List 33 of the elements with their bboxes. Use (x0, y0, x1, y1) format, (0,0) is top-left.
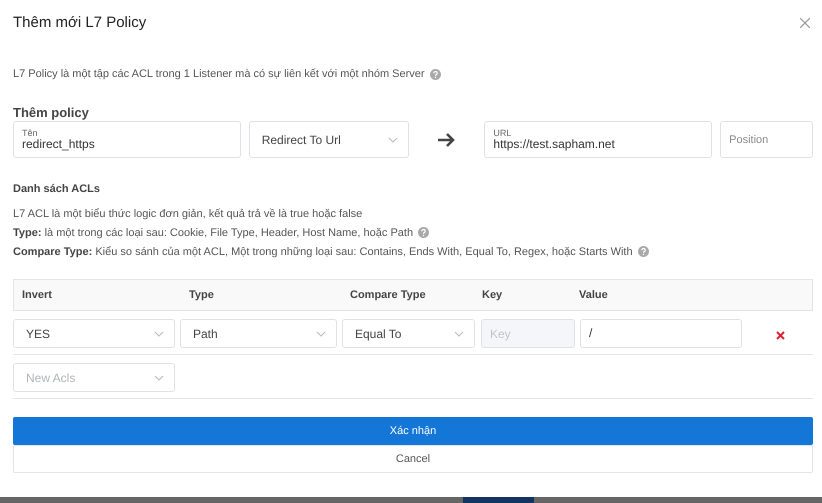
column-header: Value (579, 289, 609, 301)
caret-icon (388, 136, 398, 142)
delete-icon[interactable] (776, 331, 784, 340)
section-heading: Thêm policy (13, 105, 90, 121)
column-header: Invert (22, 289, 53, 301)
position-field[interactable]: Position (720, 121, 813, 158)
help-icon[interactable] (638, 246, 649, 257)
action-select[interactable]: Redirect To Url (248, 121, 408, 158)
column-header: Key (482, 289, 504, 301)
help-icon[interactable] (430, 68, 441, 80)
caret-icon (316, 330, 326, 336)
value-field[interactable]: / (580, 319, 742, 348)
invert-select[interactable]: YES (13, 319, 175, 348)
column-header: Type (189, 289, 215, 301)
caret-icon (154, 330, 164, 336)
compare-type-select[interactable]: Equal To (342, 319, 475, 348)
name-field[interactable]: Tên redirect_https (13, 121, 241, 158)
caret-icon (154, 374, 164, 380)
caret-icon (454, 330, 464, 336)
help-text: Type: là một trong các loại sau: Cookie, File Type, Header, Host Name, hoặc Path (13, 226, 414, 238)
arrow-right-icon (436, 132, 456, 148)
dialog-description: L7 Policy là một tập các ACL trong 1 Listener mà có sự liên kết với một nhóm Server (13, 68, 425, 80)
close-icon[interactable] (800, 18, 810, 28)
column-header: Compare Type (350, 289, 427, 301)
help-text: Compare Type: Kiểu so sánh của một ACL, Một trong những loại sau: Contains, Ends With, Equal To, Regex, hoặc Starts With (13, 246, 633, 258)
section-heading: Danh sách ACLs (13, 183, 102, 197)
help-icon[interactable] (418, 227, 430, 238)
url-field[interactable]: URL https://test.sapham.net (484, 121, 712, 158)
cancel-button[interactable]: Cancel (13, 445, 813, 473)
confirm-button[interactable]: Xác nhận (13, 417, 813, 445)
type-select[interactable]: Path (180, 319, 337, 348)
dialog-title: Thêm mới L7 Policy (13, 14, 146, 31)
help-text: L7 ACL là một biểu thức logic đơn giản, kết quả trả về là true hoặc false (13, 208, 362, 220)
